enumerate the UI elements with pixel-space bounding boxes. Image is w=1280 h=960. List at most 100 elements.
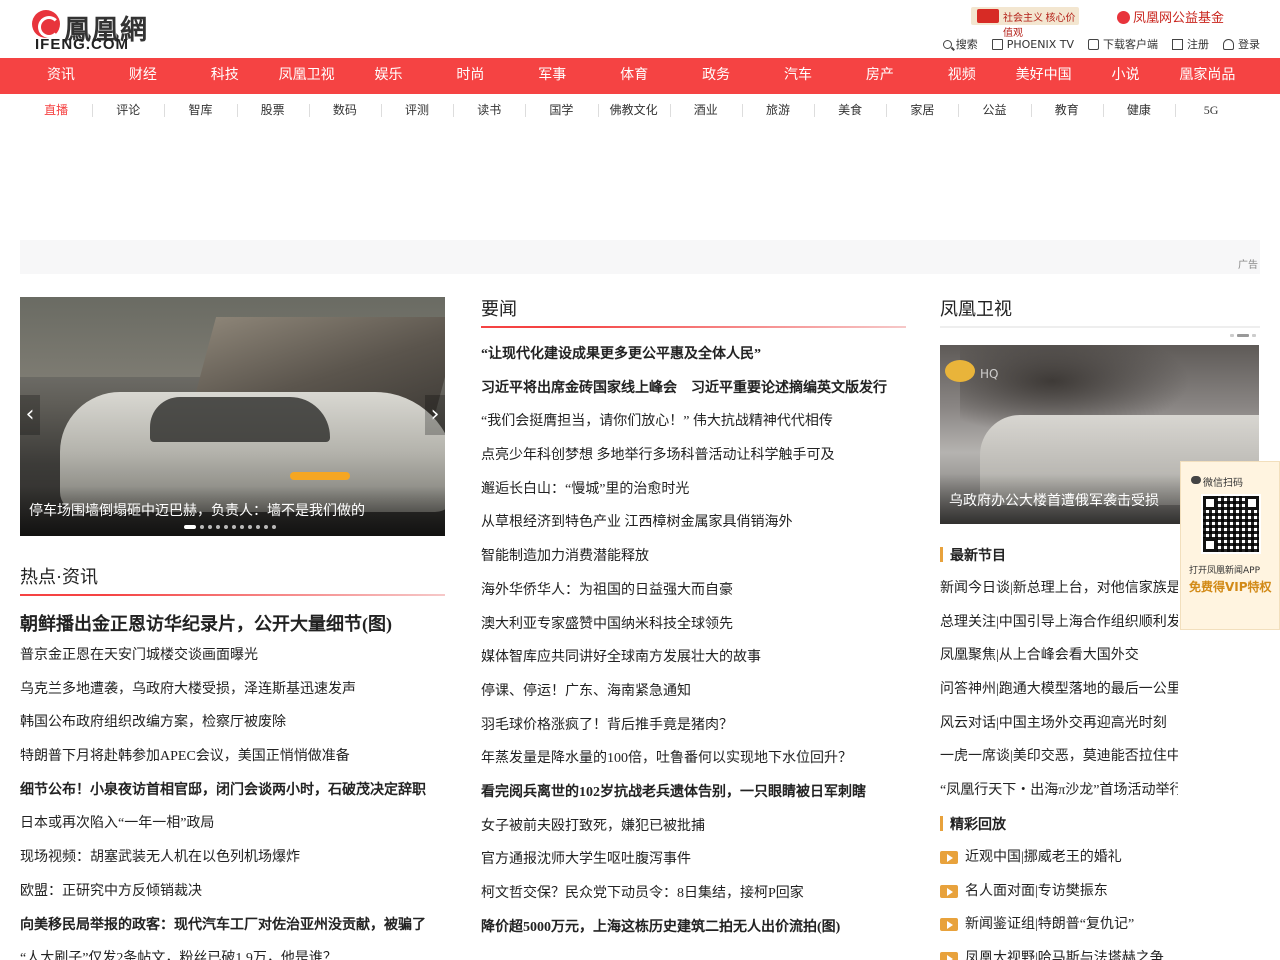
carousel-dot[interactable] bbox=[200, 525, 204, 529]
main-nav-item[interactable]: 体育 bbox=[593, 58, 675, 94]
carousel-dot[interactable] bbox=[240, 525, 244, 529]
carousel-prev-button[interactable]: ‹ bbox=[20, 395, 40, 435]
phoenix-tv-link[interactable]: PHOENIX TV bbox=[991, 36, 1074, 52]
top-news-item[interactable]: 澳大利亚专家盛赞中国纳米科技全球领先 bbox=[481, 615, 906, 649]
top-news-item[interactable]: 点亮少年科创梦想 多地举行多场科普活动让科学触手可及 bbox=[481, 446, 906, 480]
login-link[interactable]: 登录 bbox=[1223, 36, 1260, 52]
top-news-item[interactable]: 从草根经济到特色产业 江西樟树金属家具俏销海外 bbox=[481, 513, 906, 547]
hot-news-item[interactable]: 特朗普下月将赴韩参加APEC会议，美国正悄悄做准备 bbox=[20, 747, 445, 781]
top-news-item[interactable]: 停课、停运！广东、海南紧急通知 bbox=[481, 682, 906, 716]
top-news-item[interactable]: “让现代化建设成果更多更公平惠及全体人民” bbox=[481, 345, 906, 379]
core-values-banner[interactable]: 社会主义 核心价值观 bbox=[971, 7, 1079, 39]
main-nav-item[interactable]: 科技 bbox=[184, 58, 266, 94]
sub-nav-item[interactable]: 国学 bbox=[525, 96, 597, 124]
top-news-item[interactable]: 习近平将出席金砖国家线上峰会 习近平重要论述摘编英文版发行 bbox=[481, 379, 906, 413]
carousel-next-button[interactable]: › bbox=[425, 395, 445, 435]
top-news-item[interactable]: 羽毛球价格涨疯了！背后推手竟是猪肉？ bbox=[481, 716, 906, 750]
main-nav-item[interactable]: 资讯 bbox=[20, 58, 102, 94]
main-nav-item[interactable]: 美好中国 bbox=[1003, 58, 1085, 94]
main-nav-item[interactable]: 汽车 bbox=[757, 58, 839, 94]
hot-news-item[interactable]: 欧盟：正研究中方反倾销裁决 bbox=[20, 882, 445, 916]
main-nav-item[interactable]: 财经 bbox=[102, 58, 184, 94]
latest-program-item[interactable]: 问答神州|跑通大模型落地的最后一公里 bbox=[940, 680, 1178, 714]
latest-program-item[interactable]: 一虎一席谈|美印交恶，莫迪能否拉住中国？ bbox=[940, 747, 1178, 781]
sub-nav-item[interactable]: 美食 bbox=[814, 96, 886, 124]
sub-nav-item[interactable]: 读书 bbox=[453, 96, 525, 124]
sub-nav-item[interactable]: 公益 bbox=[958, 96, 1030, 124]
top-news-item[interactable]: 官方通报沈师大学生呕吐腹泻事件 bbox=[481, 850, 906, 884]
top-news-item[interactable]: 邂逅长白山：“慢城”里的治愈时光 bbox=[481, 480, 906, 514]
hot-news-headline[interactable]: 朝鲜播出金正恩访华纪录片，公开大量细节(图) bbox=[20, 610, 392, 636]
carousel-dot[interactable] bbox=[248, 525, 252, 529]
hot-news-item[interactable]: 现场视频：胡塞武装无人机在以色列机场爆炸 bbox=[20, 848, 445, 882]
top-news-item[interactable]: 年蒸发量是降水量的100倍，吐鲁番何以实现地下水位回升？ bbox=[481, 749, 906, 783]
search-link[interactable]: 搜索 bbox=[942, 36, 978, 52]
top-news-item[interactable]: 海外华侨华人：为祖国的日益强大而自豪 bbox=[481, 581, 906, 615]
replay-item[interactable]: 近观中国|挪威老王的婚礼 bbox=[940, 848, 1260, 882]
carousel-caption[interactable]: 停车场围墙倒塌砸中迈巴赫，负责人：墙不是我们做的 bbox=[29, 500, 365, 520]
top-news-item[interactable]: 柯文哲交保？民众党下动员令：8日集结，接柯P回家 bbox=[481, 884, 906, 918]
sub-nav-item[interactable]: 评论 bbox=[92, 96, 164, 124]
main-nav-item[interactable]: 凤凰卫视 bbox=[266, 58, 348, 94]
top-news-item[interactable]: “我们会挺膺担当，请你们放心！” 伟大抗战精神代代相传 bbox=[481, 412, 906, 446]
sub-nav-item[interactable]: 健康 bbox=[1102, 96, 1175, 124]
top-news-title[interactable]: 要闻 bbox=[481, 295, 517, 321]
carousel-dot[interactable] bbox=[216, 525, 220, 529]
main-nav-item[interactable]: 娱乐 bbox=[348, 58, 430, 94]
carousel-dot[interactable] bbox=[264, 525, 268, 529]
ifeng-logo[interactable]: 鳳凰網 IFENG.COM bbox=[32, 8, 162, 54]
hot-news-item[interactable]: 细节公布！小泉夜访首相官邸，闭门会谈两小时，石破茂决定辞职 bbox=[20, 781, 445, 815]
top-news-item[interactable]: 降价超5000万元，上海这栋历史建筑二拍无人出价流拍(图) bbox=[481, 918, 906, 952]
main-nav-item[interactable]: 政务 bbox=[675, 58, 757, 94]
hot-news-item[interactable]: 普京金正恩在天安门城楼交谈画面曝光 bbox=[20, 646, 445, 680]
register-link[interactable]: 注册 bbox=[1172, 36, 1209, 52]
phoenix-tv-title[interactable]: 凤凰卫视 bbox=[940, 295, 1012, 321]
latest-program-item[interactable]: 风云对话|中国主场外交再迎高光时刻 bbox=[940, 714, 1178, 748]
sub-nav-item[interactable]: 直播 bbox=[20, 96, 92, 124]
carousel-dot[interactable] bbox=[232, 525, 236, 529]
tv-dot-active[interactable] bbox=[1237, 334, 1249, 337]
main-nav-item[interactable]: 凰家尚品 bbox=[1166, 58, 1248, 94]
hot-news-item[interactable]: “人大刷子”仅发2条帖文，粉丝已破1.9万，他是谁？ bbox=[20, 949, 445, 960]
carousel-dot[interactable] bbox=[184, 525, 196, 529]
top-news-item[interactable]: 女子被前夫殴打致死，嫌犯已被批捕 bbox=[481, 817, 906, 851]
latest-program-item[interactable]: 总理关注|中国引导上海合作组织顺利发展 bbox=[940, 613, 1178, 647]
sub-nav-item[interactable]: 教育 bbox=[1030, 96, 1103, 124]
main-nav-item[interactable]: 视频 bbox=[921, 58, 1003, 94]
latest-program-item[interactable]: 新闻今日谈|新总理上台，对他信家族是 bbox=[940, 579, 1178, 613]
news-carousel[interactable]: 停车场围墙倒塌砸中迈巴赫，负责人：墙不是我们做的 ‹ › bbox=[20, 297, 445, 536]
main-nav-item[interactable]: 房产 bbox=[839, 58, 921, 94]
hot-news-item[interactable]: 日本或再次陷入“一年一相”政局 bbox=[20, 814, 445, 848]
sub-nav-item[interactable]: 评测 bbox=[380, 96, 453, 124]
video-caption[interactable]: 乌政府办公大楼首遭俄军袭击受损 bbox=[949, 490, 1159, 510]
latest-program-item[interactable]: 凤凰聚焦|从上合峰会看大国外交 bbox=[940, 646, 1178, 680]
tv-dot[interactable] bbox=[1230, 334, 1234, 337]
sub-nav-item[interactable]: 佛教文化 bbox=[597, 96, 670, 124]
hot-news-item[interactable]: 乌克兰多地遭袭，乌政府大楼受损，泽连斯基迅速发声 bbox=[20, 680, 445, 714]
replay-item[interactable]: 新闻鉴证组|特朗普“复仇记” bbox=[940, 915, 1260, 949]
carousel-dot[interactable] bbox=[256, 525, 260, 529]
carousel-dot[interactable] bbox=[272, 525, 276, 529]
sub-nav-item[interactable]: 家居 bbox=[886, 96, 958, 124]
sub-nav-item[interactable]: 数码 bbox=[308, 96, 381, 124]
main-nav-item[interactable]: 军事 bbox=[511, 58, 593, 94]
qr-code-panel[interactable]: 微信扫码 打开凤凰新闻APP 免费得VIP特权 bbox=[1180, 461, 1280, 630]
main-nav-item[interactable]: 时尚 bbox=[429, 58, 511, 94]
ad-banner[interactable]: 广告 bbox=[20, 240, 1260, 274]
sub-nav-item[interactable]: 旅游 bbox=[741, 96, 814, 124]
charity-fund-link[interactable]: 凤凰网公益基金 bbox=[1117, 7, 1224, 26]
latest-program-item[interactable]: “凤凰行天下・出海π沙龙”首场活动举行 bbox=[940, 781, 1178, 815]
hot-news-title[interactable]: 热点·资讯 bbox=[20, 563, 98, 589]
replay-item[interactable]: 名人面对面|专访樊振东 bbox=[940, 882, 1260, 916]
download-app-link[interactable]: 下载客户端 bbox=[1088, 36, 1158, 52]
sub-nav-item[interactable]: 5G bbox=[1175, 96, 1247, 124]
hot-news-item[interactable]: 韩国公布政府组织改编方案，检察厅被废除 bbox=[20, 713, 445, 747]
top-news-item[interactable]: 看完阅兵离世的102岁抗战老兵遗体告别，一只眼睛被日军刺瞎 bbox=[481, 783, 906, 817]
sub-nav-item[interactable]: 智库 bbox=[164, 96, 236, 124]
top-news-item[interactable]: 媒体智库应共同讲好全球南方发展壮大的故事 bbox=[481, 648, 906, 682]
carousel-dot[interactable] bbox=[224, 525, 228, 529]
carousel-dot[interactable] bbox=[208, 525, 212, 529]
sub-nav-item[interactable]: 酒业 bbox=[669, 96, 742, 124]
main-nav-item[interactable]: 小说 bbox=[1085, 58, 1167, 94]
replay-item[interactable]: 凤凰大视野|哈马斯与法塔赫之争 bbox=[940, 949, 1260, 960]
